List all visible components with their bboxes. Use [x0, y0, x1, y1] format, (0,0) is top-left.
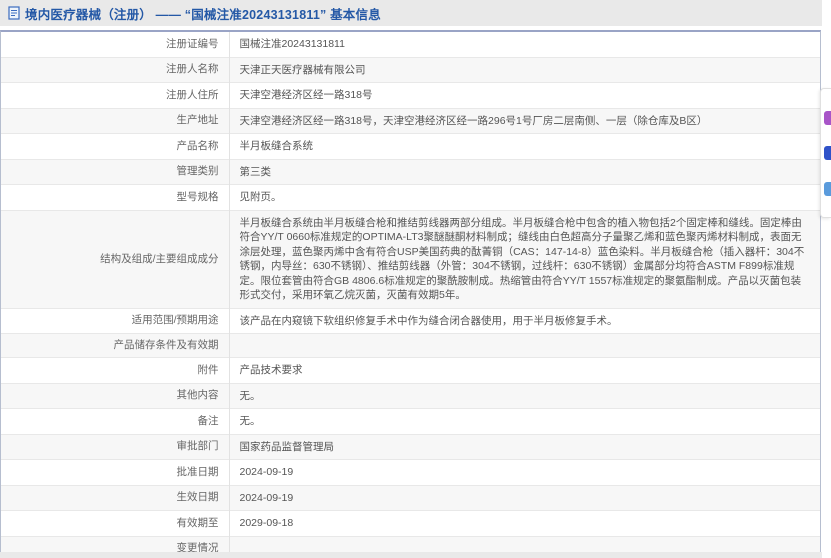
table-row: 附件 产品技术要求 — [1, 357, 820, 383]
row-label: 管理类别 — [1, 158, 230, 185]
row-label-text: 审批部门 — [176, 440, 219, 453]
table-row: 适用范围/预期用途 该产品在内窥镜下软组织修复手术中作为缝合闭合器使用，用于半月… — [1, 307, 820, 334]
table-row: 审批部门 国家药品监督管理局 — [1, 433, 820, 460]
row-label-text: 型号规格 — [176, 190, 219, 203]
row-label: 生效日期 — [1, 484, 230, 511]
row-value: 产品技术要求 — [229, 357, 820, 383]
row-label: 结构及组成/主要组成成分 — [1, 209, 230, 308]
row-label: 产品储存条件及有效期 — [1, 333, 230, 358]
table-row: 型号规格 见附页。 — [1, 184, 820, 210]
table-row: 注册人名称 天津正天医疗器械有限公司 — [1, 56, 820, 83]
row-label-text: 有效期至 — [176, 516, 219, 529]
registration-info-table: 注册证编号 国械注准20243131811 注册人名称 天津正天医疗器械有限公司… — [1, 32, 820, 558]
info-table-body: 注册证编号 国械注准20243131811 注册人名称 天津正天医疗器械有限公司… — [1, 32, 820, 558]
share-toolbar — [820, 88, 831, 218]
row-label: 生产地址 — [1, 107, 230, 134]
row-label-text: 管理类别 — [176, 165, 219, 178]
row-value: 天津空港经济区经一路318号 — [229, 82, 820, 108]
row-value: 2029-09-18 — [229, 510, 820, 536]
row-label: 注册人名称 — [1, 56, 230, 83]
share-icon-1[interactable] — [824, 110, 831, 125]
row-value: 天津空港经济区经一路318号，天津空港经济区经一路296号1号厂房二层南侧、一层… — [229, 107, 820, 134]
row-label: 有效期至 — [1, 510, 230, 536]
table-row: 产品名称 半月板缝合系统 — [1, 133, 820, 159]
row-label: 审批部门 — [1, 433, 230, 460]
row-label-text: 注册人住所 — [166, 88, 219, 101]
share-icon-2[interactable] — [824, 146, 831, 160]
row-label: 附件 — [1, 357, 230, 383]
row-label: 注册证编号 — [1, 32, 230, 57]
row-value: 2024-09-19 — [229, 484, 820, 511]
row-value: 半月板缝合系统 — [229, 133, 820, 159]
registration-info-table-container: 注册证编号 国械注准20243131811 注册人名称 天津正天医疗器械有限公司… — [0, 30, 821, 558]
table-row: 结构及组成/主要组成成分 半月板缝合系统由半月板缝合枪和推结剪线器两部分组成。半… — [1, 209, 820, 308]
row-label-text: 产品储存条件及有效期 — [113, 339, 219, 351]
table-row: 注册人住所 天津空港经济区经一路318号 — [1, 82, 820, 108]
row-value: 2024-09-19 — [229, 459, 820, 485]
row-value: 国械注准20243131811 — [239, 38, 345, 50]
row-label-text: 其他内容 — [176, 389, 219, 402]
row-label: 批准日期 — [1, 459, 230, 485]
table-row: 其他内容 无。 — [1, 382, 820, 409]
row-label: 备注 — [1, 408, 230, 434]
row-value: 半月板缝合系统由半月板缝合枪和推结剪线器两部分组成。半月板缝合枪中包含的植入物包… — [229, 209, 820, 308]
row-value: 该产品在内窥镜下软组织修复手术中作为缝合闭合器使用，用于半月板修复手术。 — [229, 307, 820, 334]
row-value: 第三类 — [229, 158, 820, 185]
row-value: 无。 — [229, 382, 820, 409]
row-label-text: 适用范围/预期用途 — [131, 314, 219, 327]
share-icon-3[interactable] — [824, 181, 831, 196]
table-row: 产品储存条件及有效期 — [1, 333, 820, 358]
row-value: 见附页。 — [229, 184, 820, 210]
row-value: 无。 — [229, 408, 820, 434]
table-row: 备注 无。 — [1, 408, 820, 434]
row-value: 天津正天医疗器械有限公司 — [229, 56, 820, 83]
table-row: 管理类别 第三类 — [1, 158, 820, 185]
row-label: 注册人住所 — [1, 82, 230, 108]
page: 境内医疗器械（注册） —— “国械注准20243131811” 基本信息 注册证… — [0, 0, 831, 558]
row-value: 国家药品监督管理局 — [229, 433, 820, 460]
row-label-text: 备注 — [197, 414, 219, 427]
page-bottom-strip — [0, 552, 822, 558]
page-title: 境内医疗器械（注册） —— “国械注准20243131811” 基本信息 — [25, 7, 381, 22]
row-label: 型号规格 — [1, 184, 230, 210]
table-row: 生产地址 天津空港经济区经一路318号，天津空港经济区经一路296号1号厂房二层… — [1, 107, 820, 134]
row-label-text: 附件 — [197, 363, 219, 376]
table-row: 生效日期 2024-09-19 — [1, 484, 820, 511]
row-label-text: 生产地址 — [176, 114, 219, 127]
table-row: 批准日期 2024-09-19 — [1, 459, 820, 485]
row-label-text: 生效日期 — [176, 491, 219, 504]
document-icon — [8, 6, 20, 20]
row-label-text: 产品名称 — [176, 139, 219, 152]
breadcrumb-bar: 境内医疗器械（注册） —— “国械注准20243131811” 基本信息 — [0, 0, 822, 26]
row-label-text: 注册证编号 — [166, 37, 219, 50]
row-label-text: 批准日期 — [176, 465, 219, 478]
row-label: 产品名称 — [1, 133, 230, 159]
table-row: 注册证编号 国械注准20243131811 — [1, 32, 820, 57]
table-row: 有效期至 2029-09-18 — [1, 510, 820, 536]
row-label-text: 注册人名称 — [166, 63, 219, 76]
row-value — [229, 333, 820, 358]
row-label-text: 结构及组成/主要组成成分 — [100, 252, 219, 265]
row-label: 其他内容 — [1, 382, 230, 409]
row-label: 适用范围/预期用途 — [1, 307, 230, 334]
